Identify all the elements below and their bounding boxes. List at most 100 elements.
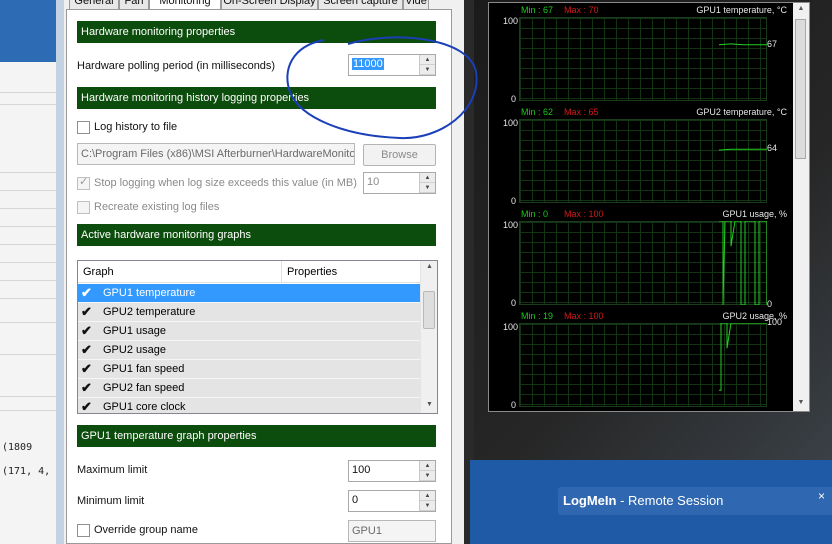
- hardware-monitor-window: Min : 67 Max : 70 GPU1 temperature, °C 100 0…: [474, 0, 832, 460]
- graph-series-line: [719, 323, 767, 391]
- stop-logging-size-value[interactable]: 10: [367, 176, 379, 188]
- logmein-brand: LogMeIn: [563, 493, 617, 508]
- graph-line-svg: [718, 43, 767, 46]
- graph-y-max: 100: [503, 16, 519, 26]
- background-app-divider: [0, 244, 56, 245]
- monitor-graph: Min : 62 Max : 65 GPU2 temperature, °C 100 0…: [489, 105, 795, 207]
- graph-y-max: 100: [503, 322, 519, 332]
- stop-logging-checkbox[interactable]: [77, 175, 90, 190]
- min-limit-value[interactable]: 0: [352, 494, 358, 506]
- logmein-separator: -: [620, 493, 625, 508]
- graph-current-value: 0: [767, 299, 773, 309]
- override-group-checkbox[interactable]: [77, 524, 90, 537]
- active-graphs-list[interactable]: Graph Properties ✔ GPU1 temperature ✔ GPU2 …: [77, 260, 438, 414]
- spinner-down-icon[interactable]: ▼: [420, 183, 435, 193]
- background-app-divider: [0, 298, 56, 299]
- scroll-down-icon[interactable]: ▼: [793, 399, 809, 406]
- column-header-properties[interactable]: Properties: [282, 261, 421, 283]
- column-header-graph[interactable]: Graph: [78, 261, 282, 283]
- graph-min-label: Min : 67: [521, 5, 554, 15]
- spinner-up-icon[interactable]: ▲: [420, 461, 435, 471]
- scroll-up-icon[interactable]: ▲: [421, 263, 437, 270]
- monitor-graph: Min : 0 Max : 100 GPU1 usage, % 100 0 0: [489, 207, 795, 309]
- polling-period-value[interactable]: 11000: [352, 58, 384, 70]
- scroll-down-icon[interactable]: ▼: [421, 401, 437, 408]
- graph-y-min: 0: [511, 400, 517, 410]
- browse-button[interactable]: Browse: [363, 144, 436, 166]
- spinner-up-icon[interactable]: ▲: [420, 491, 435, 501]
- spinner-arrows[interactable]: ▲ ▼: [419, 461, 435, 481]
- section-header-gpu1-temp-props: GPU1 temperature graph properties: [77, 425, 436, 447]
- graph-max-label: Max : 65: [564, 107, 599, 117]
- background-app-divider: [0, 396, 56, 397]
- scrollbar-thumb[interactable]: [423, 291, 435, 329]
- section-header-hardware-monitoring: Hardware monitoring properties: [77, 21, 436, 43]
- checkmark-icon[interactable]: ✔: [81, 398, 92, 413]
- graph-y-min: 0: [511, 298, 517, 308]
- graph-list-scrollbar[interactable]: ▲ ▼: [420, 261, 437, 413]
- background-app-divider: [0, 410, 56, 411]
- graph-list-item-label: GPU2 usage: [103, 344, 166, 356]
- log-path-field[interactable]: C:\Program Files (x86)\MSI Afterburner\H…: [77, 143, 355, 165]
- checkmark-icon[interactable]: ✔: [81, 360, 92, 378]
- spinner-down-icon[interactable]: ▼: [420, 65, 435, 75]
- graph-list-item-label: GPU1 core clock: [103, 401, 186, 413]
- min-limit-spinner[interactable]: 0 ▲ ▼: [348, 490, 436, 512]
- monitor-graphs-panel: Min : 67 Max : 70 GPU1 temperature, °C 100 0…: [488, 2, 810, 412]
- graph-list-item[interactable]: ✔ GPU2 temperature: [78, 303, 421, 322]
- spinner-arrows[interactable]: ▲ ▼: [419, 491, 435, 511]
- graph-series-line: [718, 148, 767, 151]
- spinner-arrows[interactable]: ▲ ▼: [419, 55, 435, 75]
- background-app-divider: [0, 280, 56, 281]
- log-history-checkbox[interactable]: [77, 121, 90, 134]
- graph-list-item[interactable]: ✔ GPU2 usage: [78, 341, 421, 360]
- spinner-down-icon[interactable]: ▼: [420, 501, 435, 511]
- checkmark-icon[interactable]: ✔: [81, 303, 92, 321]
- close-icon[interactable]: ×: [818, 489, 825, 503]
- graph-series-line: [719, 221, 767, 305]
- max-limit-label: Maximum limit: [77, 464, 148, 476]
- spinner-arrows[interactable]: ▲ ▼: [419, 173, 435, 193]
- max-limit-spinner[interactable]: 100 ▲ ▼: [348, 460, 436, 482]
- stop-logging-size-spinner[interactable]: 10 ▲ ▼: [363, 172, 436, 194]
- monitor-scrollbar[interactable]: ▲ ▼: [793, 3, 809, 411]
- graph-min-label: Min : 19: [521, 311, 554, 321]
- graph-list-item[interactable]: ✔ GPU1 temperature: [78, 284, 421, 303]
- graph-current-value: 100: [767, 317, 783, 327]
- graph-list-item[interactable]: ✔ GPU1 core clock: [78, 398, 421, 413]
- graph-list-item[interactable]: ✔ GPU1 usage: [78, 322, 421, 341]
- graph-max-label: Max : 100: [564, 311, 604, 321]
- background-app-divider: [0, 172, 56, 173]
- recreate-log-checkbox[interactable]: [77, 201, 90, 214]
- min-limit-label: Minimum limit: [77, 495, 145, 507]
- scrollbar-thumb[interactable]: [795, 19, 806, 159]
- checkmark-icon[interactable]: ✔: [81, 341, 92, 359]
- log-history-label: Log history to file: [94, 121, 178, 133]
- logmein-session-label: Remote Session: [628, 493, 724, 508]
- monitor-graph: Min : 19 Max : 100 GPU2 usage, % 100 0 100: [489, 309, 795, 411]
- monitoring-tab-page: Hardware monitoring properties Hardware …: [66, 9, 452, 544]
- group-name-field[interactable]: GPU1: [348, 520, 436, 542]
- checkmark-icon[interactable]: ✔: [81, 379, 92, 397]
- checkmark-icon[interactable]: ✔: [81, 284, 92, 302]
- spinner-down-icon[interactable]: ▼: [420, 471, 435, 481]
- logmein-session-banner[interactable]: LogMeIn - Remote Session: [558, 487, 832, 515]
- graph-line-svg: [719, 221, 767, 305]
- background-app-divider: [0, 262, 56, 263]
- graph-list-item[interactable]: ✔ GPU1 fan speed: [78, 360, 421, 379]
- spinner-up-icon[interactable]: ▲: [420, 55, 435, 65]
- section-header-history-logging: Hardware monitoring history logging prop…: [77, 87, 436, 109]
- scroll-up-icon[interactable]: ▲: [793, 5, 809, 12]
- background-app-window: (1809 (171, 4,: [0, 0, 56, 544]
- graph-list-item-label: GPU2 fan speed: [103, 382, 185, 394]
- graph-y-max: 100: [503, 118, 519, 128]
- properties-dialog: General Fan Monitoring On-Screen Display…: [56, 0, 464, 544]
- graph-list-item-label: GPU1 usage: [103, 325, 166, 337]
- graph-current-value: 67: [767, 38, 778, 49]
- graph-list-item[interactable]: ✔ GPU2 fan speed: [78, 379, 421, 398]
- polling-period-spinner[interactable]: 11000 ▲ ▼: [348, 54, 436, 76]
- spinner-up-icon[interactable]: ▲: [420, 173, 435, 183]
- graph-list-item-label: GPU1 fan speed: [103, 363, 185, 375]
- checkmark-icon[interactable]: ✔: [81, 322, 92, 340]
- max-limit-value[interactable]: 100: [352, 464, 370, 476]
